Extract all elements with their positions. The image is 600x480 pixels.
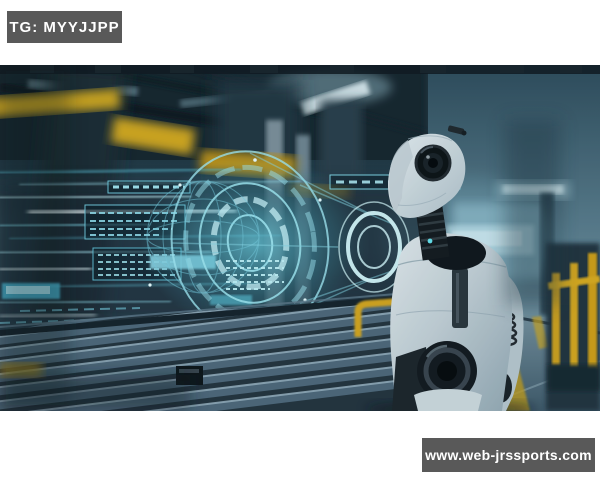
badge: TG: MYYJJPP [7,11,122,43]
atmosphere-overlays [0,65,600,411]
watermark-url: www.web-jrssports.com [422,438,595,472]
watermark-label: www.web-jrssports.com [425,447,592,463]
factory-photo [0,65,600,411]
badge-label: TG: MYYJJPP [9,19,119,36]
